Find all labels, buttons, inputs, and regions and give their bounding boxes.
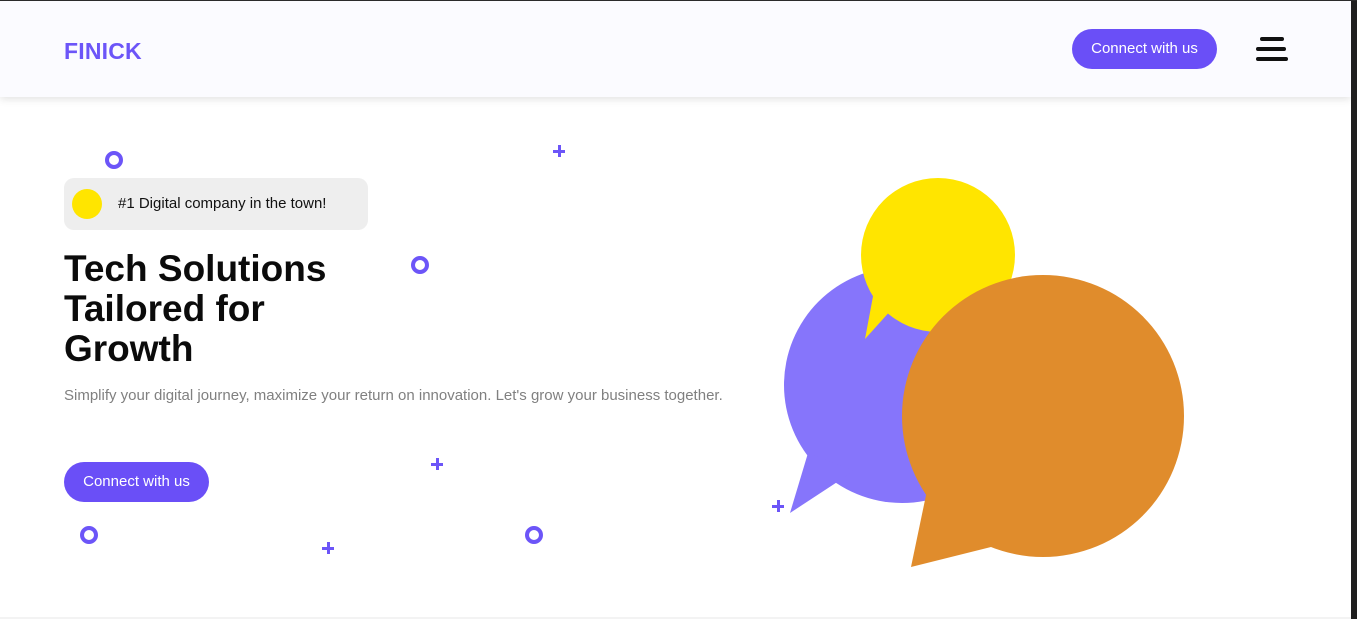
plus-decoration-icon	[553, 145, 565, 157]
badge-text: #1 Digital company in the town!	[118, 195, 327, 212]
hero-badge: #1 Digital company in the town!	[64, 178, 368, 230]
hero-connect-button[interactable]: Connect with us	[64, 462, 209, 502]
brand-logo[interactable]: FINICK	[64, 38, 142, 65]
ring-decoration-icon	[525, 526, 543, 544]
plus-decoration-icon	[322, 542, 334, 554]
ring-decoration-icon	[411, 256, 429, 274]
hamburger-menu-icon[interactable]	[1256, 37, 1288, 63]
top-navbar: FINICK Connect with us	[0, 1, 1351, 97]
ring-decoration-icon	[105, 151, 123, 169]
ring-decoration-icon	[80, 526, 98, 544]
header-connect-button[interactable]: Connect with us	[1072, 29, 1217, 69]
hero-description: Simplify your digital journey, maximize …	[64, 387, 723, 404]
hero-title: Tech Solutions Tailored for Growth	[64, 248, 327, 369]
chat-bubbles-illustration	[784, 178, 1184, 567]
plus-decoration-icon	[431, 458, 443, 470]
yellow-dot-icon	[72, 189, 102, 219]
page: FINICK Connect with us #1 Digital compan…	[0, 0, 1357, 619]
orange-speech-bubble-icon	[902, 275, 1184, 567]
